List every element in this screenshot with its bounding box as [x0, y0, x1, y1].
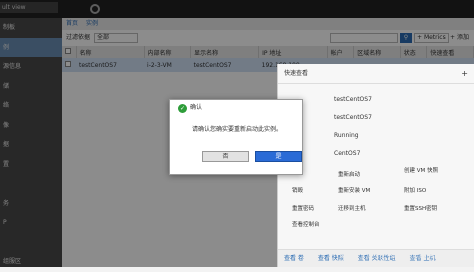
action-console[interactable]: 查看控制台 — [292, 220, 320, 228]
action-destroy[interactable]: 销毁 — [292, 186, 303, 194]
link-volumes[interactable]: 查看 卷 — [284, 255, 304, 262]
watermark: https://blog.csdn.net/dandanfengyun — [340, 253, 467, 260]
yes-button[interactable]: 是 — [255, 151, 302, 162]
action-migrate[interactable]: 迁移到主机 — [338, 204, 366, 212]
panel-title: 快速查看 + — [278, 64, 474, 84]
plus-icon[interactable]: + — [461, 64, 468, 84]
panel-value: testCentOS7 — [334, 96, 372, 103]
confirm-dialog: ✓ 确认 请确认您确实要重新启动此实例。 否 是 — [169, 99, 303, 175]
action-reboot[interactable]: 重新启动 — [338, 170, 360, 178]
panel-value: Running — [334, 132, 359, 139]
action-reset-ssh[interactable]: 重置SSH密钥 — [404, 204, 437, 212]
quick-view-panel: 快速查看 + testCentOS7 testCentOS7 Running C… — [277, 64, 474, 267]
action-vm-snapshot[interactable]: 创建 VM 快照 — [404, 166, 438, 174]
no-button[interactable]: 否 — [202, 151, 249, 162]
check-icon: ✓ — [178, 104, 187, 113]
action-attach-iso[interactable]: 附加 ISO — [404, 186, 426, 194]
panel-value: CentOS7 — [334, 150, 361, 157]
action-reinstall[interactable]: 重新安装 VM — [338, 186, 370, 194]
panel-value: testCentOS7 — [334, 114, 372, 121]
dialog-message: 请确认您确实要重新启动此实例。 — [192, 126, 283, 133]
action-reset-password[interactable]: 重置密码 — [292, 204, 314, 212]
dialog-title: ✓ 确认 — [178, 104, 203, 113]
